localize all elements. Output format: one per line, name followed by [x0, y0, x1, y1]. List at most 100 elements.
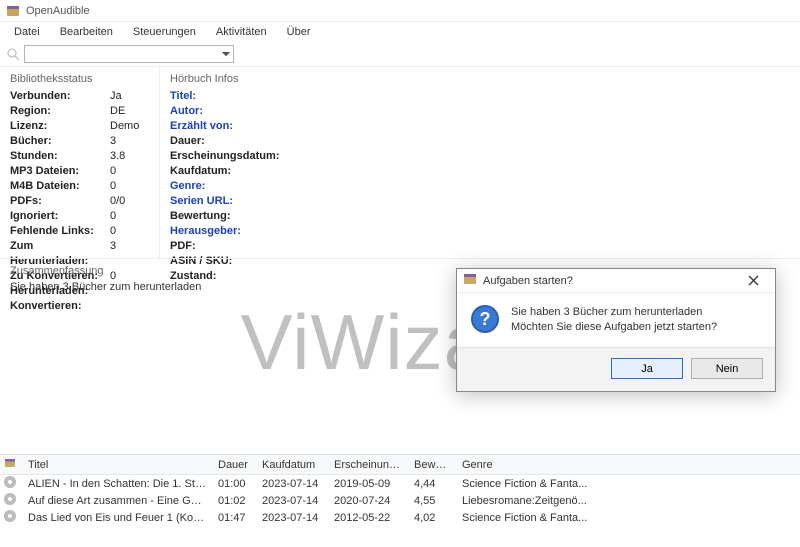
status-key: Stunden:: [10, 149, 110, 164]
disc-icon: [4, 510, 16, 522]
dialog-close-button[interactable]: [735, 271, 771, 291]
cell-title: ALIEN - In den Schatten: Die 1. Staffel …: [22, 478, 212, 490]
status-row: Stunden:3.8: [10, 149, 149, 164]
menu-activities[interactable]: Aktivitäten: [208, 24, 275, 40]
info-row: Erscheinungsdatum:: [170, 149, 790, 164]
menu-controls[interactable]: Steuerungen: [125, 24, 204, 40]
app-icon: [6, 4, 20, 18]
status-row: PDFs:0/0: [10, 194, 149, 209]
dialog-text: Sie haben 3 Bücher zum herunterladen Möc…: [511, 305, 717, 335]
cell-purchase-date: 2023-07-14: [256, 478, 328, 490]
menu-about[interactable]: Über: [279, 24, 319, 40]
th-duration[interactable]: Dauer: [212, 459, 256, 471]
content-area: Bibliotheksstatus Verbunden:JaRegion:DEL…: [0, 66, 800, 258]
status-value: 3: [110, 239, 116, 254]
info-key: Serien URL:: [170, 194, 300, 209]
status-row: Region:DE: [10, 104, 149, 119]
info-key: Erzählt von:: [170, 119, 300, 134]
info-key: Dauer:: [170, 134, 300, 149]
audiobook-info-panel: Hörbuch Infos Titel:Autor:Erzählt von:Da…: [160, 67, 800, 258]
status-value: 0: [110, 164, 116, 179]
search-input[interactable]: [24, 45, 234, 63]
info-row: PDF:: [170, 239, 790, 254]
status-value: 0: [110, 224, 116, 239]
menu-file[interactable]: Datei: [6, 24, 48, 40]
book-table: Titel Dauer Kaufdatum Erscheinung... Bew…: [0, 454, 800, 526]
info-row: Herausgeber:: [170, 224, 790, 239]
app-title: OpenAudible: [26, 5, 90, 17]
table-header-icon[interactable]: [4, 457, 22, 472]
cell-rating: 4,44: [408, 478, 456, 490]
info-key: Kaufdatum:: [170, 164, 300, 179]
cell-title: Auf diese Art zusammen - Eine Geschichte…: [22, 495, 212, 507]
info-key: Herausgeber:: [170, 224, 300, 239]
status-value: 3: [110, 134, 116, 149]
status-key[interactable]: PDFs:: [10, 194, 110, 209]
info-key: PDF:: [170, 239, 300, 254]
status-key[interactable]: M4B Dateien:: [10, 179, 110, 194]
status-value: 0/0: [110, 194, 125, 209]
dialog-line2: Möchten Sie diese Aufgaben jetzt starten…: [511, 320, 717, 335]
no-button[interactable]: Nein: [691, 358, 763, 379]
th-rating[interactable]: Bewe...: [408, 459, 456, 471]
status-row: Lizenz:Demo: [10, 119, 149, 134]
audiobook-info-title: Hörbuch Infos: [170, 73, 790, 85]
cell-genre: Liebesromane:Zeitgenö...: [456, 495, 616, 507]
info-row: Dauer:: [170, 134, 790, 149]
start-tasks-dialog: Aufgaben starten? ? Sie haben 3 Bücher z…: [456, 268, 776, 392]
cell-genre: Science Fiction & Fanta...: [456, 512, 616, 524]
status-row: MP3 Dateien:0: [10, 164, 149, 179]
cell-release-date: 2020-07-24: [328, 495, 408, 507]
status-key: Bücher:: [10, 134, 110, 149]
menu-edit[interactable]: Bearbeiten: [52, 24, 121, 40]
status-value: 0: [110, 179, 116, 194]
search-icon: [6, 47, 20, 61]
table-header: Titel Dauer Kaufdatum Erscheinung... Bew…: [0, 455, 800, 475]
library-status-title: Bibliotheksstatus: [10, 73, 149, 85]
cell-purchase-date: 2023-07-14: [256, 495, 328, 507]
table-row[interactable]: Das Lied von Eis und Feuer 1 (Kostenlose…: [0, 509, 800, 526]
status-value: 3.8: [110, 149, 125, 164]
info-key: Genre:: [170, 179, 300, 194]
yes-button[interactable]: Ja: [611, 358, 683, 379]
cell-duration: 01:02: [212, 495, 256, 507]
th-purchase-date[interactable]: Kaufdatum: [256, 459, 328, 471]
th-genre[interactable]: Genre: [456, 459, 616, 471]
cell-rating: 4,02: [408, 512, 456, 524]
info-key: Bewertung:: [170, 209, 300, 224]
cell-duration: 01:00: [212, 478, 256, 490]
row-icon-cell: [4, 510, 22, 525]
status-key[interactable]: Ignoriert:: [10, 209, 110, 224]
status-row: Fehlende Links:0: [10, 224, 149, 239]
info-row: Titel:: [170, 89, 790, 104]
cell-release-date: 2019-05-09: [328, 478, 408, 490]
info-key: Autor:: [170, 104, 300, 119]
info-row: Kaufdatum:: [170, 164, 790, 179]
status-key[interactable]: Fehlende Links:: [10, 224, 110, 239]
cell-release-date: 2012-05-22: [328, 512, 408, 524]
status-key: Verbunden:: [10, 89, 110, 104]
info-key: Titel:: [170, 89, 300, 104]
status-key: Region:: [10, 104, 110, 119]
disc-icon: [4, 493, 16, 505]
dialog-buttons: Ja Nein: [457, 347, 775, 391]
question-icon: ?: [471, 305, 499, 333]
search-row: [0, 42, 800, 66]
status-row: Verbunden:Ja: [10, 89, 149, 104]
th-release-date[interactable]: Erscheinung...: [328, 459, 408, 471]
table-row[interactable]: Auf diese Art zusammen - Eine Geschichte…: [0, 492, 800, 509]
table-row[interactable]: ALIEN - In den Schatten: Die 1. Staffel …: [0, 475, 800, 492]
status-row: M4B Dateien:0: [10, 179, 149, 194]
status-row: Ignoriert:0: [10, 209, 149, 224]
status-row: Bücher:3: [10, 134, 149, 149]
dialog-titlebar[interactable]: Aufgaben starten?: [457, 269, 775, 293]
info-row: Erzählt von:: [170, 119, 790, 134]
th-title[interactable]: Titel: [22, 459, 212, 471]
info-row: Serien URL:: [170, 194, 790, 209]
cell-rating: 4,55: [408, 495, 456, 507]
status-value: 0: [110, 209, 116, 224]
status-value[interactable]: Demo: [110, 119, 139, 134]
status-key[interactable]: MP3 Dateien:: [10, 164, 110, 179]
cell-genre: Science Fiction & Fanta...: [456, 478, 616, 490]
status-value: Ja: [110, 89, 122, 104]
